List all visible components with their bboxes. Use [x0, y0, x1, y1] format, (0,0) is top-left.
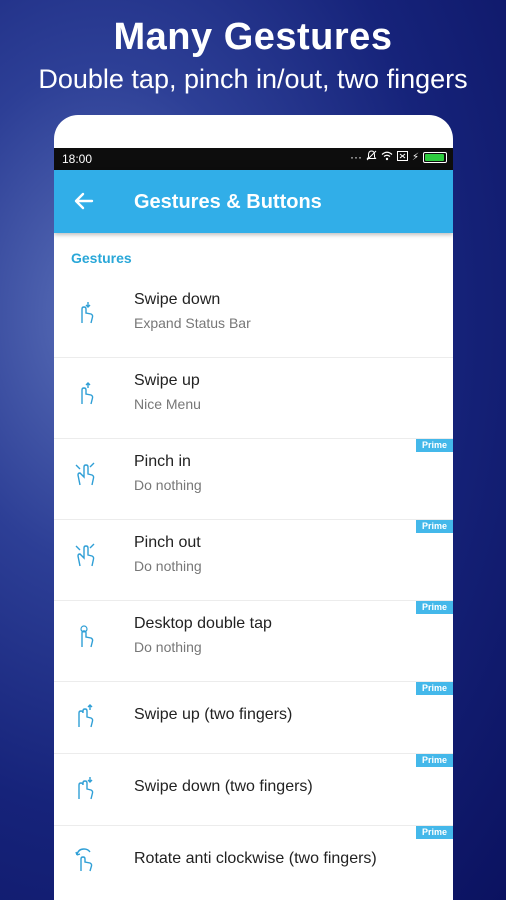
status-icons: ··· ⚡ [350, 150, 447, 164]
prime-badge: Prime [416, 520, 453, 533]
prime-badge: Prime [416, 682, 453, 695]
item-subtitle: Nice Menu [134, 396, 201, 412]
toolbar: Gestures & Buttons [54, 170, 453, 233]
item-subtitle: Do nothing [134, 639, 202, 655]
double-tap-gesture-icon [80, 625, 94, 648]
mute-icon [366, 150, 377, 164]
status-time: 18:00 [62, 152, 93, 166]
swipe-down-gesture-icon [81, 302, 94, 324]
pinch-in-gesture-icon [75, 462, 95, 486]
pinch-out-gesture-icon [75, 543, 95, 567]
list-item-desktop-double-tap[interactable]: Prime Desktop double tap Do nothing [54, 601, 453, 682]
wifi-icon [381, 150, 393, 164]
item-subtitle: Expand Status Bar [134, 315, 251, 331]
phone-frame: 18:00 ··· ⚡ Gestures & Buttons Gestures [54, 115, 453, 900]
item-subtitle: Do nothing [134, 558, 202, 574]
item-title: Desktop double tap [134, 615, 272, 632]
item-subtitle: Do nothing [134, 477, 202, 493]
list-item-swipe-down-two-fingers[interactable]: Prime Swipe down (two fingers) [54, 754, 453, 826]
list-item-swipe-up-two-fingers[interactable]: Prime Swipe up (two fingers) [54, 682, 453, 754]
swipe-up-gesture-icon [81, 382, 94, 405]
promo-title: Many Gestures [113, 16, 393, 58]
promo-subtitle: Double tap, pinch in/out, two fingers [38, 64, 468, 94]
item-title: Rotate anti clockwise (two fingers) [134, 850, 377, 867]
item-title: Pinch in [134, 453, 191, 470]
list-item-pinch-out[interactable]: Prime Pinch out Do nothing [54, 520, 453, 601]
prime-badge: Prime [416, 439, 453, 452]
battery-icon [423, 151, 447, 163]
two-finger-swipe-down-icon [78, 777, 94, 800]
charging-icon: ⚡ [411, 151, 419, 163]
two-finger-swipe-up-icon [78, 704, 94, 728]
item-title: Swipe down (two fingers) [134, 778, 313, 795]
prime-badge: Prime [416, 826, 453, 839]
ellipsis-icon: ··· [349, 150, 362, 164]
section-header-gestures: Gestures [71, 250, 132, 266]
list-item-swipe-down[interactable]: Swipe down Expand Status Bar [54, 277, 453, 358]
back-arrow-icon[interactable] [72, 189, 96, 213]
status-bar: 18:00 ··· ⚡ [54, 148, 453, 170]
toolbar-title: Gestures & Buttons [134, 191, 322, 213]
list-item-pinch-in[interactable]: Prime Pinch in Do nothing [54, 439, 453, 520]
item-title: Swipe up (two fingers) [134, 706, 293, 723]
prime-badge: Prime [416, 601, 453, 614]
item-title: Swipe down [134, 291, 221, 308]
rotate-gesture-icon [75, 848, 93, 872]
item-title: Swipe up [134, 372, 200, 389]
item-title: Pinch out [134, 534, 201, 551]
gesture-list: Swipe down Expand Status Bar Swipe up Ni… [54, 277, 453, 897]
list-item-swipe-up[interactable]: Swipe up Nice Menu [54, 358, 453, 439]
list-item-rotate-anti-clockwise[interactable]: Prime Rotate anti clockwise (two fingers… [54, 826, 453, 897]
prime-badge: Prime [416, 754, 453, 767]
no-sim-icon [396, 150, 408, 164]
